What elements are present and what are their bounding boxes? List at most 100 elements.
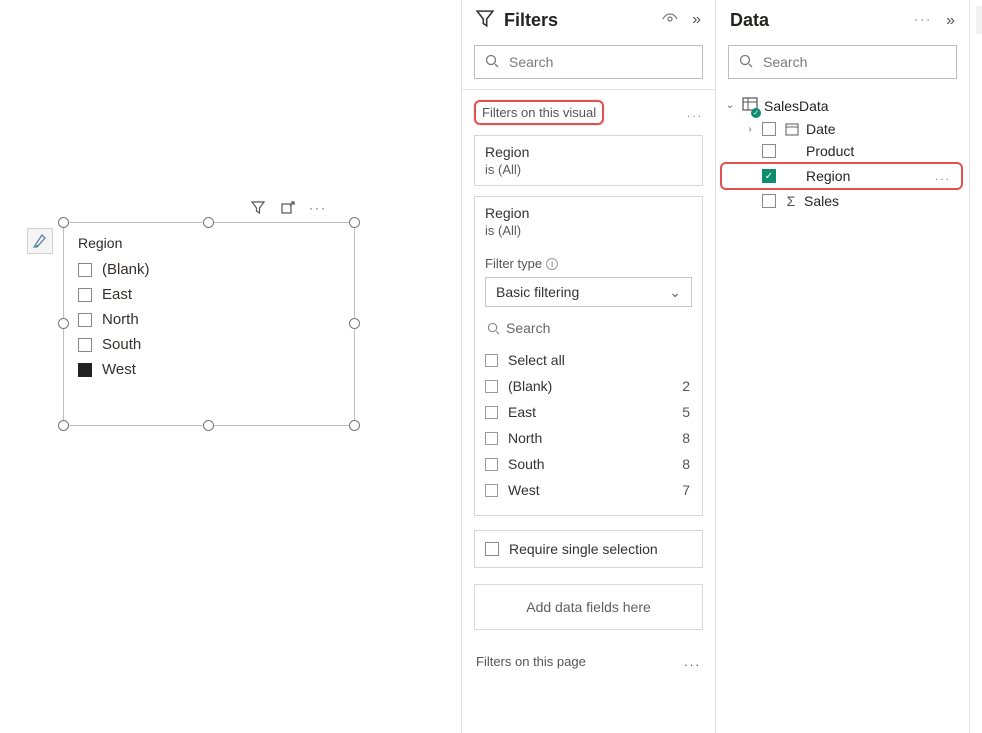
option-label: North: [508, 430, 664, 446]
filter-values-search[interactable]: Search: [485, 315, 692, 341]
resize-handle[interactable]: [58, 420, 69, 431]
info-icon[interactable]: i: [546, 258, 558, 270]
filter-type-select[interactable]: Basic filtering ⌄: [485, 277, 692, 307]
filter-option[interactable]: South 8: [485, 451, 690, 477]
format-painter-button[interactable]: [27, 228, 53, 254]
filters-search[interactable]: [474, 45, 703, 79]
focus-mode-icon[interactable]: [280, 200, 296, 216]
rail-add-button[interactable]: [976, 126, 982, 154]
slicer-item[interactable]: North: [78, 307, 340, 332]
checkbox-icon[interactable]: [485, 458, 498, 471]
filter-icon: [476, 10, 494, 31]
field-date[interactable]: › Date: [722, 118, 963, 140]
resize-handle[interactable]: [58, 318, 69, 329]
field-region[interactable]: › ✓ Region ...: [722, 165, 959, 187]
checkbox-icon[interactable]: [78, 313, 92, 327]
option-label: East: [508, 404, 664, 420]
filter-field-name: Region: [485, 144, 692, 160]
slicer-item-label: East: [102, 286, 132, 303]
resize-handle[interactable]: [349, 420, 360, 431]
checkbox-icon[interactable]: [762, 122, 776, 136]
option-label: Select all: [508, 352, 690, 368]
collapse-icon[interactable]: »: [692, 11, 701, 30]
report-canvas[interactable]: ··· Region (Blank) East: [0, 0, 462, 733]
slicer-title: Region: [78, 235, 340, 251]
add-data-fields-dropzone[interactable]: Add data fields here: [474, 584, 703, 630]
filter-card-region-collapsed[interactable]: Region is (All): [474, 135, 703, 186]
resize-handle[interactable]: [349, 217, 360, 228]
checkbox-icon[interactable]: [78, 263, 92, 277]
resize-handle[interactable]: [203, 217, 214, 228]
filter-card-region-expanded[interactable]: Region is (All) Filter type i Basic filt…: [474, 196, 703, 516]
slicer-item-label: North: [102, 311, 139, 328]
visual-toolbar: ···: [250, 200, 326, 216]
checkbox-icon[interactable]: [78, 288, 92, 302]
filter-field-name: Region: [485, 205, 692, 221]
checkbox-icon[interactable]: ✓: [762, 169, 776, 183]
filter-icon[interactable]: [250, 200, 266, 216]
resize-handle[interactable]: [58, 217, 69, 228]
rail-model-button[interactable]: [976, 46, 982, 74]
checkbox-icon[interactable]: [485, 432, 498, 445]
field-name: Sales: [804, 193, 961, 209]
blank-icon: [784, 143, 800, 159]
section-label: Filters on this visual: [474, 100, 604, 125]
checkbox-icon[interactable]: [78, 363, 92, 377]
checkbox-icon[interactable]: [762, 194, 776, 208]
collapse-icon[interactable]: »: [946, 12, 955, 30]
slicer-visual[interactable]: Region (Blank) East North South: [63, 222, 355, 426]
slicer-item[interactable]: (Blank): [78, 257, 340, 282]
filter-option[interactable]: North 8: [485, 425, 690, 451]
slicer-item[interactable]: South: [78, 332, 340, 357]
filter-option[interactable]: East 5: [485, 399, 690, 425]
data-pane: Data ··· » ⌄ ✓ SalesData: [716, 0, 969, 733]
eye-icon[interactable]: [662, 11, 678, 30]
checkbox-icon[interactable]: [78, 338, 92, 352]
more-icon[interactable]: ···: [914, 12, 932, 30]
calendar-icon: [784, 121, 800, 137]
checkbox-icon[interactable]: [762, 144, 776, 158]
data-search[interactable]: [728, 45, 957, 79]
filter-option[interactable]: (Blank) 2: [485, 373, 690, 399]
search-icon: [739, 54, 753, 71]
more-icon[interactable]: ...: [684, 654, 701, 669]
field-sales[interactable]: › Σ Sales: [722, 190, 963, 212]
filter-option-select-all[interactable]: Select all: [485, 347, 690, 373]
slicer-item-label: West: [102, 361, 136, 378]
slicer-item-label: (Blank): [102, 261, 150, 278]
table-salesdata[interactable]: ⌄ ✓ SalesData: [722, 93, 963, 118]
chevron-down-icon: ⌄: [669, 284, 681, 301]
option-count: 2: [674, 378, 690, 394]
resize-handle[interactable]: [203, 420, 214, 431]
checkbox-icon[interactable]: [485, 380, 498, 393]
more-options-icon[interactable]: ···: [310, 200, 326, 216]
option-label: West: [508, 482, 664, 498]
data-title: Data: [730, 10, 904, 31]
more-icon[interactable]: ...: [687, 106, 703, 120]
filter-type-label: Filter type: [485, 256, 542, 271]
more-icon[interactable]: ...: [935, 169, 951, 183]
resize-handle[interactable]: [349, 318, 360, 329]
field-product[interactable]: › Product: [722, 140, 963, 162]
slicer-item[interactable]: West: [78, 357, 340, 382]
filter-option[interactable]: West 7: [485, 477, 690, 503]
search-input[interactable]: [507, 53, 692, 71]
checkbox-icon[interactable]: [485, 484, 498, 497]
checkbox-icon[interactable]: [485, 354, 498, 367]
search-icon: [487, 322, 500, 335]
checkbox-icon[interactable]: [485, 406, 498, 419]
rail-data-button[interactable]: [976, 6, 982, 34]
rail-viz-button[interactable]: [976, 86, 982, 114]
sigma-icon: Σ: [784, 193, 798, 209]
right-rail: [969, 0, 982, 733]
checkbox-icon[interactable]: [485, 542, 499, 556]
filter-summary: is (All): [485, 223, 692, 238]
chevron-down-icon[interactable]: ⌄: [724, 100, 736, 111]
search-input[interactable]: [761, 53, 946, 71]
slicer-item[interactable]: East: [78, 282, 340, 307]
chevron-right-icon[interactable]: ›: [744, 124, 756, 135]
search-placeholder: Search: [506, 320, 550, 336]
require-single-label: Require single selection: [509, 541, 658, 557]
table-name: SalesData: [764, 98, 829, 114]
require-single-selection[interactable]: Require single selection: [474, 530, 703, 568]
